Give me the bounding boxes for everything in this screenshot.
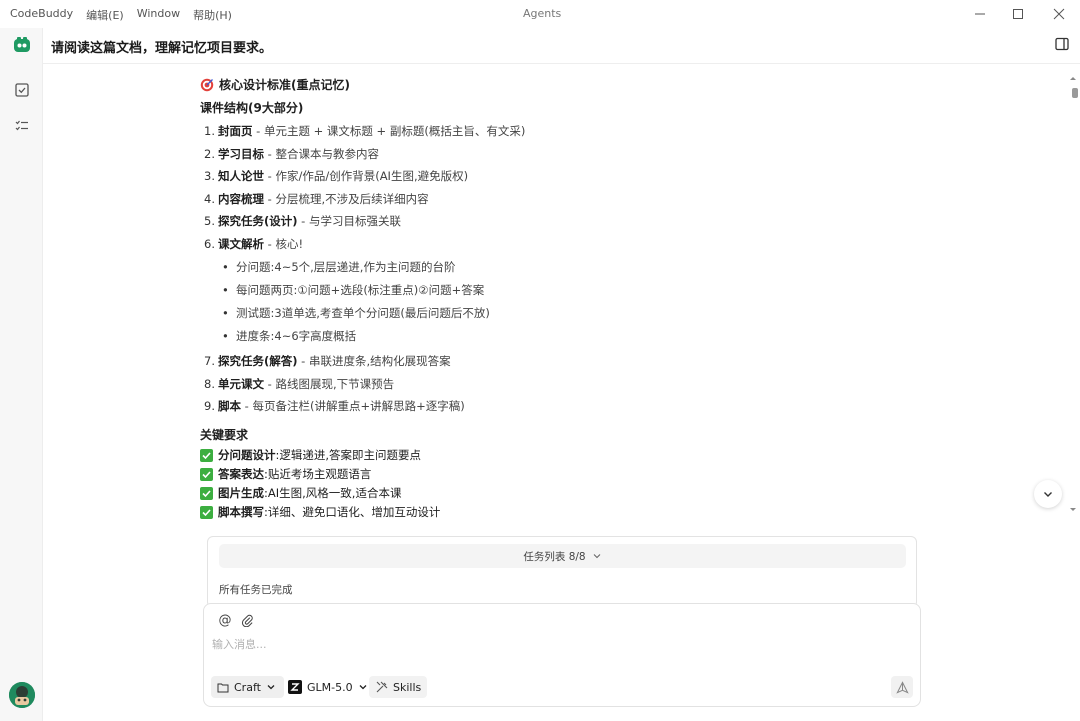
- minimize-button[interactable]: [968, 4, 992, 24]
- sub-list-item: 进度条:4~6字高度概括: [222, 325, 900, 348]
- maximize-button[interactable]: [1006, 4, 1030, 24]
- list-item: 图片生成:AI生图,风格一致,适合本课: [200, 484, 900, 503]
- list-item: 答案表达:贴近考场主观题语言: [200, 465, 900, 484]
- target-icon: [200, 79, 214, 92]
- section-heading: 核心设计标准(重点记忆): [200, 74, 900, 97]
- title-bar: CodeBuddy 编辑(E) Window 帮助(H) Agents: [0, 0, 1080, 28]
- key-requirements-title: 关键要求: [200, 427, 249, 442]
- model-label: GLM-5.0: [307, 680, 353, 694]
- send-icon: [895, 680, 909, 694]
- task-list-toggle[interactable]: 任务列表 8/8: [219, 544, 906, 568]
- menu-help[interactable]: 帮助(H): [193, 7, 232, 23]
- check-mark-icon: [200, 487, 213, 500]
- maximize-icon: [1013, 9, 1023, 19]
- model-selector[interactable]: GLM-5.0: [288, 676, 368, 698]
- check-mark-icon: [200, 506, 213, 519]
- scrollbar[interactable]: [1068, 74, 1080, 514]
- page-title: 请阅读这篇文档，理解记忆项目要求。: [51, 41, 273, 56]
- sub-list: 分问题:4~5个,层层递进,作为主问题的台阶 每问题两页:①问题+选段(标注重点…: [204, 256, 900, 348]
- list-item: 7. 探究任务(解答) - 串联进度条,结构化展现答案: [204, 354, 451, 368]
- skills-label: Skills: [393, 680, 422, 694]
- mode-selector[interactable]: Craft: [211, 676, 284, 698]
- window-title: Agents: [523, 7, 562, 20]
- task-list-label: 任务列表 8/8: [523, 550, 586, 563]
- scroll-up-icon: [1070, 77, 1076, 80]
- toggle-panel-button[interactable]: [1054, 36, 1072, 54]
- menu-edit[interactable]: 编辑(E): [86, 7, 124, 23]
- minimize-icon: [975, 13, 985, 15]
- mode-label: Craft: [234, 680, 261, 694]
- sidebar-item-checklist[interactable]: [12, 116, 32, 136]
- structure-title: 课件结构(9大部分): [200, 100, 304, 115]
- checkbox-icon: [15, 83, 29, 97]
- sidebar: [0, 28, 43, 721]
- structure-list: 1. 封面页 - 单元主题 + 课文标题 + 副标题(概括主旨、有文采) 2. 学习…: [200, 120, 900, 418]
- scroll-to-bottom-button[interactable]: [1034, 480, 1062, 508]
- paperclip-icon: [241, 614, 253, 627]
- sidebar-app-logo[interactable]: [12, 35, 32, 55]
- chevron-down-icon: [267, 685, 275, 690]
- list-item: 分问题设计:逻辑递进,答案即主问题要点: [200, 446, 900, 465]
- check-mark-icon: [200, 468, 213, 481]
- list-item: 8. 单元课文 - 路线图展现,下节课预告: [204, 376, 395, 391]
- sub-list-item: 测试题:3道单选,考查单个分问题(最后问题后不放): [222, 302, 900, 325]
- mention-button[interactable]: @: [217, 612, 233, 628]
- chevron-down-icon: [1044, 492, 1052, 497]
- at-sign-icon: @: [218, 612, 232, 628]
- scroll-down-arrow-icon: [1070, 508, 1076, 511]
- task-list-card: 任务列表 8/8 所有任务已完成: [207, 536, 917, 608]
- scrollbar-thumb[interactable]: [1072, 88, 1078, 98]
- send-button[interactable]: [891, 676, 913, 698]
- menu-codebuddy[interactable]: CodeBuddy: [10, 7, 73, 23]
- message-input[interactable]: 输入消息...: [212, 636, 267, 652]
- list-item: 1. 封面页 - 单元主题 + 课文标题 + 副标题(概括主旨、有文采): [204, 124, 526, 138]
- conversation-header: 请阅读这篇文档，理解记忆项目要求。: [43, 28, 1080, 64]
- chevron-down-icon: [359, 685, 367, 690]
- task-status-text: 所有任务已完成: [219, 584, 293, 596]
- sub-list-item: 分问题:4~5个,层层递进,作为主问题的台阶: [222, 256, 900, 279]
- list-item: 3. 知人论世 - 作家/作品/创作背景(AI生图,避免版权): [204, 169, 469, 183]
- close-icon: [1053, 8, 1065, 20]
- user-avatar-icon: [9, 682, 35, 708]
- key-requirements-list: 分问题设计:逻辑递进,答案即主问题要点 答案表达:贴近考场主观题语言 图片生成:…: [200, 446, 900, 522]
- menu-bar: CodeBuddy 编辑(E) Window 帮助(H): [10, 7, 232, 23]
- list-item: 6.课文解析 - 核心! 分问题:4~5个,层层递进,作为主问题的台阶 每问题两…: [204, 233, 900, 349]
- assistant-message: 核心设计标准(重点记忆) 课件结构(9大部分) 1. 封面页 - 单元主题 + 课…: [200, 74, 900, 522]
- list-item: 2. 学习目标 - 整合课本与教参内容: [204, 146, 379, 161]
- codebuddy-logo-icon: [14, 37, 30, 52]
- list-item: 脚本撰写:详细、避免口语化、增加互动设计: [200, 503, 900, 522]
- list-item: 4. 内容梳理 - 分层梳理,不涉及后续详细内容: [204, 191, 429, 206]
- checklist-icon: [15, 120, 28, 131]
- check-mark-icon: [200, 449, 213, 462]
- chevron-down-icon: [593, 554, 601, 559]
- list-item: 9. 脚本 - 每页备注栏(讲解重点+讲解思路+逐字稿): [204, 399, 465, 413]
- close-button[interactable]: [1047, 4, 1071, 24]
- sidebar-item-tasks[interactable]: [12, 80, 32, 100]
- list-item: 5. 探究任务(设计) - 与学习目标强关联: [204, 214, 401, 228]
- folder-icon: [217, 683, 229, 692]
- skills-button[interactable]: Skills: [369, 676, 428, 698]
- attach-button[interactable]: [239, 612, 255, 628]
- sidebar-panel-icon: [1055, 37, 1069, 51]
- tools-icon: [376, 681, 388, 693]
- message-composer[interactable]: @ 输入消息... Craft GLM-5.0 Skills: [203, 603, 921, 707]
- zhipu-logo-icon: [288, 680, 302, 694]
- menu-window[interactable]: Window: [137, 7, 180, 23]
- avatar[interactable]: [9, 682, 35, 708]
- sub-list-item: 每问题两页:①问题+选段(标注重点)②问题+答案: [222, 279, 900, 302]
- heading-text: 核心设计标准(重点记忆): [219, 78, 350, 92]
